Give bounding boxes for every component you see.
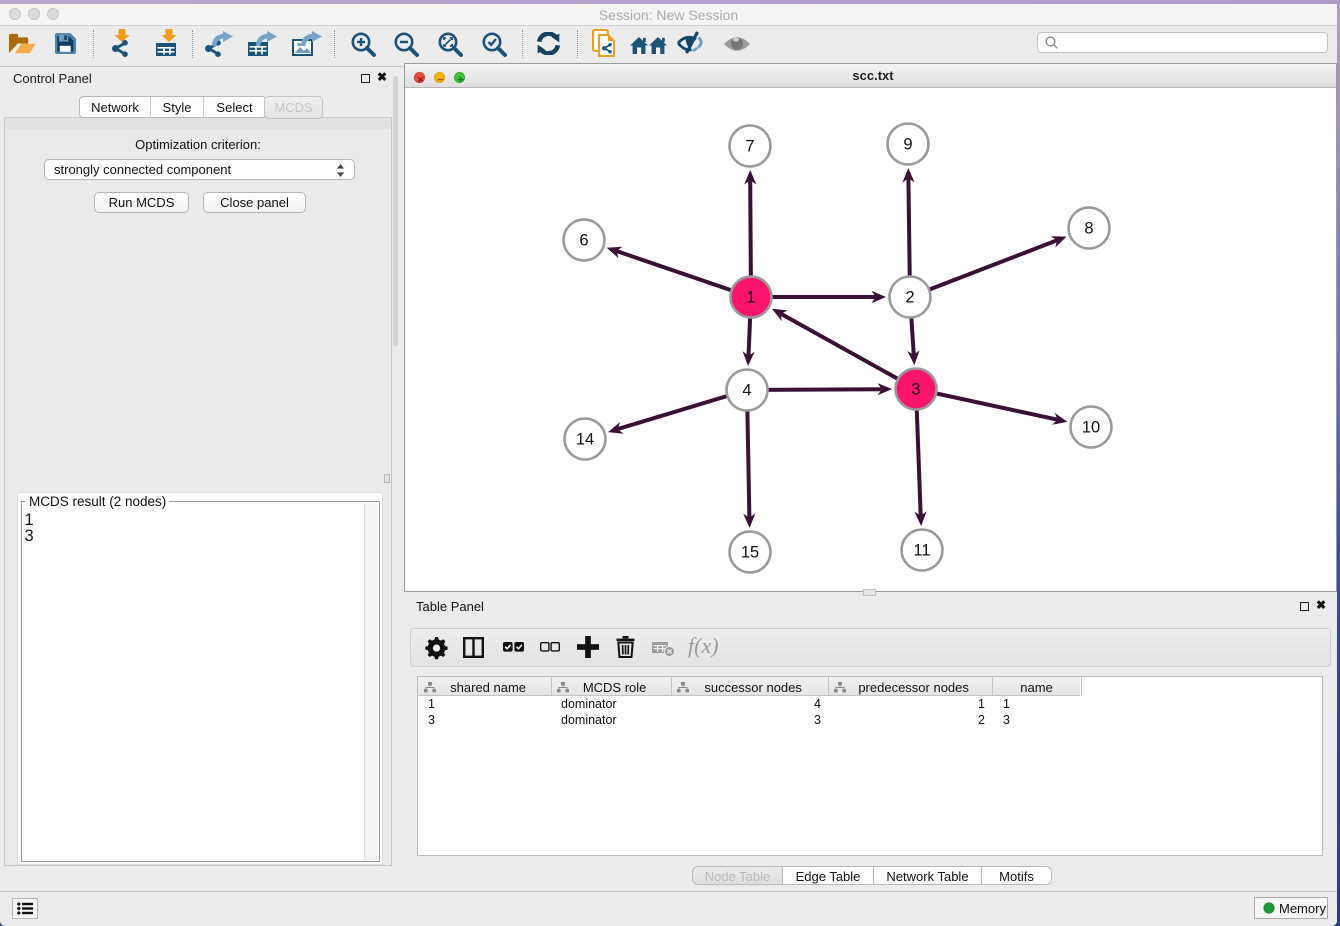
svg-text:6: 6 [579, 232, 588, 250]
svg-text:3: 3 [911, 381, 920, 399]
svg-text:7: 7 [745, 138, 754, 156]
svg-text:10: 10 [1082, 419, 1100, 437]
svg-text:1: 1 [746, 289, 755, 307]
svg-text:4: 4 [742, 382, 751, 400]
svg-text:14: 14 [576, 431, 594, 449]
svg-text:11: 11 [913, 542, 930, 560]
svg-text:8: 8 [1084, 220, 1093, 238]
svg-text:15: 15 [741, 544, 759, 562]
svg-text:2: 2 [905, 289, 914, 307]
svg-text:9: 9 [903, 136, 912, 154]
